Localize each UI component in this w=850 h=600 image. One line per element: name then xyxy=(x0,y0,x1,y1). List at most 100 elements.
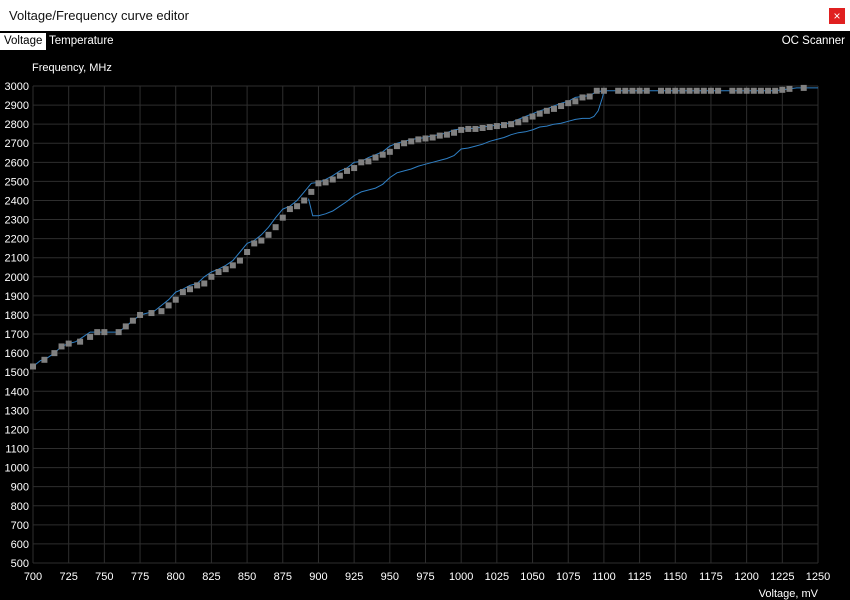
curve-point[interactable] xyxy=(636,87,643,94)
curve-point[interactable] xyxy=(765,87,772,94)
curve-point[interactable] xyxy=(779,86,786,93)
curve-point[interactable] xyxy=(543,107,550,114)
curve-point[interactable] xyxy=(750,87,757,94)
curve-point[interactable] xyxy=(665,87,672,94)
curve-point[interactable] xyxy=(565,100,572,107)
curve-point[interactable] xyxy=(322,179,329,186)
curve-point[interactable] xyxy=(479,124,486,131)
curve-point[interactable] xyxy=(686,87,693,94)
curve-point[interactable] xyxy=(201,280,208,287)
curve-point[interactable] xyxy=(736,87,743,94)
curve-point[interactable] xyxy=(672,87,679,94)
curve-point[interactable] xyxy=(379,151,386,158)
curve-point[interactable] xyxy=(436,132,443,139)
curve-point[interactable] xyxy=(472,125,479,132)
curve-point[interactable] xyxy=(372,154,379,161)
curve-point[interactable] xyxy=(179,289,186,296)
curve-point[interactable] xyxy=(622,87,629,94)
curve-point[interactable] xyxy=(643,87,650,94)
curve-point[interactable] xyxy=(451,129,458,136)
curve-point[interactable] xyxy=(700,87,707,94)
curve-point[interactable] xyxy=(393,143,400,150)
curve-point[interactable] xyxy=(358,159,365,166)
curve-point[interactable] xyxy=(286,206,293,213)
curve-point[interactable] xyxy=(408,138,415,145)
curve-point[interactable] xyxy=(715,87,722,94)
curve-point[interactable] xyxy=(41,356,48,363)
curve-point[interactable] xyxy=(743,87,750,94)
curve-point[interactable] xyxy=(187,286,193,293)
tab-voltage[interactable]: Voltage xyxy=(0,33,47,50)
curve-point[interactable] xyxy=(115,329,122,336)
curve-point[interactable] xyxy=(465,125,472,132)
curve-point[interactable] xyxy=(165,302,172,309)
curve-point[interactable] xyxy=(329,176,336,183)
curve-point[interactable] xyxy=(222,266,229,273)
curve-point[interactable] xyxy=(658,87,664,94)
oc-scanner-button[interactable]: OC Scanner xyxy=(782,33,845,50)
curve-point[interactable] xyxy=(194,282,201,289)
curve-point[interactable] xyxy=(572,98,579,105)
curve-point[interactable] xyxy=(600,87,607,94)
curve-point[interactable] xyxy=(51,350,58,357)
curve-point[interactable] xyxy=(550,105,557,112)
curve-point[interactable] xyxy=(308,188,315,195)
curve-point[interactable] xyxy=(529,113,536,120)
curve-point[interactable] xyxy=(129,317,136,324)
curve-point[interactable] xyxy=(415,136,422,143)
curve-point[interactable] xyxy=(122,323,129,330)
curve-point[interactable] xyxy=(536,110,543,117)
curve-point[interactable] xyxy=(579,94,586,101)
curve-point[interactable] xyxy=(486,124,493,131)
curve-point[interactable] xyxy=(679,87,686,94)
curve-point[interactable] xyxy=(351,165,358,172)
curve-point[interactable] xyxy=(58,343,65,350)
curve-point[interactable] xyxy=(629,87,636,94)
curve-point[interactable] xyxy=(501,122,507,129)
curve-point[interactable] xyxy=(315,180,322,187)
tab-temperature[interactable]: Temperature xyxy=(45,33,118,50)
curve-point[interactable] xyxy=(508,121,515,128)
curve-points[interactable] xyxy=(30,84,807,370)
curve-point[interactable] xyxy=(515,119,522,126)
curve-point[interactable] xyxy=(443,131,450,138)
curve-point[interactable] xyxy=(429,134,436,141)
curve-point[interactable] xyxy=(208,273,215,280)
curve-point[interactable] xyxy=(148,310,155,317)
curve-point[interactable] xyxy=(422,135,429,142)
curve-point[interactable] xyxy=(158,308,165,315)
curve-point[interactable] xyxy=(251,240,258,247)
curve-point[interactable] xyxy=(593,87,600,94)
curve-point[interactable] xyxy=(522,116,529,123)
curve-point[interactable] xyxy=(229,262,236,269)
close-button[interactable]: × xyxy=(829,8,845,24)
curve-point[interactable] xyxy=(258,237,265,244)
curve-point[interactable] xyxy=(586,93,593,100)
curve-point[interactable] xyxy=(215,269,222,276)
curve-point[interactable] xyxy=(65,340,72,347)
curve-point[interactable] xyxy=(137,311,144,318)
curve-point[interactable] xyxy=(279,214,286,221)
curve-point[interactable] xyxy=(294,203,301,210)
curve-point[interactable] xyxy=(344,167,350,174)
curve-point[interactable] xyxy=(101,329,108,336)
curve-point[interactable] xyxy=(458,126,465,133)
curve-point[interactable] xyxy=(272,224,279,231)
curve-point[interactable] xyxy=(615,87,622,94)
curve-point[interactable] xyxy=(336,172,343,179)
curve-point[interactable] xyxy=(786,85,793,92)
curve-point[interactable] xyxy=(236,257,243,264)
curve-point[interactable] xyxy=(707,87,714,94)
curve-point[interactable] xyxy=(94,329,101,336)
vf-curve-chart[interactable]: 500 600 700 800 900 1000 1100 1200 1300 1400 1500 1… xyxy=(0,52,850,600)
curve-point[interactable] xyxy=(693,87,700,94)
curve-point[interactable] xyxy=(77,338,84,345)
curve-point[interactable] xyxy=(365,158,372,165)
curve-point[interactable] xyxy=(244,248,251,255)
curve-point[interactable] xyxy=(87,333,94,340)
curve-point[interactable] xyxy=(493,123,500,130)
curve-point[interactable] xyxy=(757,87,764,94)
curve-point[interactable] xyxy=(800,84,807,91)
curve-point[interactable] xyxy=(386,148,393,155)
curve-point[interactable] xyxy=(301,197,308,204)
